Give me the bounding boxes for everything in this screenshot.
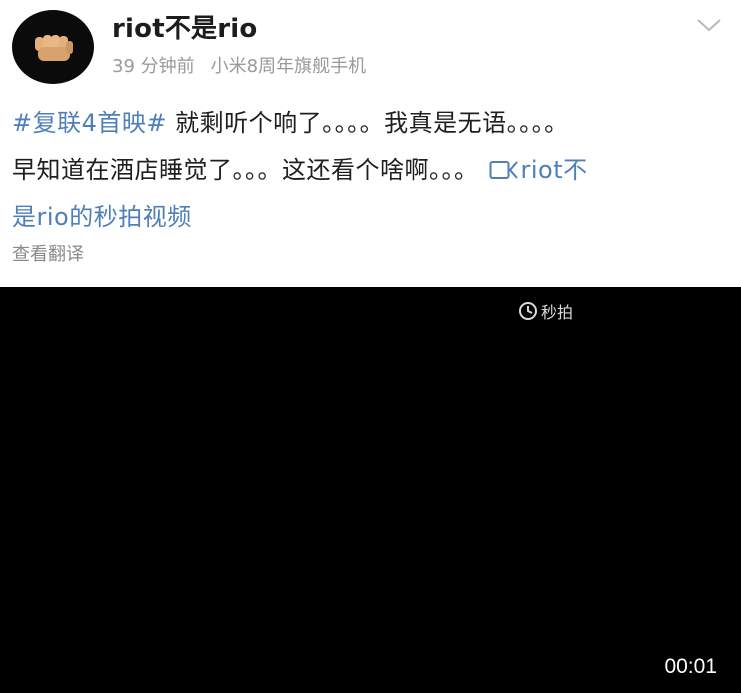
video-link-part2[interactable]: 是rio的秒拍视频 <box>12 203 192 231</box>
hashtag-link[interactable]: #复联4首映# <box>12 109 167 137</box>
post-text: #复联4首映# 就剩听个响了。。。。我真是无语。。。。 早知道在酒店睡觉了。。。… <box>12 100 736 241</box>
post-line-1-text: 就剩听个响了。。。。我真是无语。。。。 <box>175 109 569 137</box>
post-line-2: 早知道在酒店睡觉了。。。这还看个啥啊。。。 riot不 <box>12 147 736 194</box>
post-device: 小米8周年旗舰手机 <box>210 56 367 77</box>
post-line-2-text: 早知道在酒店睡觉了。。。这还看个啥啊。。。 <box>12 156 479 184</box>
post-time: 39 分钟前 <box>112 56 195 77</box>
video-watermark: 秒拍 <box>518 299 573 323</box>
avatar[interactable] <box>12 10 94 84</box>
post-meta: 39 分钟前 小米8周年旗舰手机 <box>112 52 366 78</box>
translate-button[interactable]: 查看翻译 <box>12 240 84 266</box>
post-header: riot不是rio 39 分钟前 小米8周年旗舰手机 <box>0 0 741 90</box>
chevron-down-icon[interactable] <box>695 14 723 36</box>
username[interactable]: riot不是rio <box>112 8 257 45</box>
video-timestamp: 00:01 <box>664 655 717 678</box>
video-player[interactable]: 秒拍 00:01 <box>0 287 741 693</box>
video-camera-icon[interactable] <box>489 159 519 181</box>
watermark-label: 秒拍 <box>541 303 574 322</box>
post-line-3: 是rio的秒拍视频 <box>12 194 736 241</box>
post-line-1: #复联4首映# 就剩听个响了。。。。我真是无语。。。。 <box>12 100 736 147</box>
fist-icon <box>35 35 73 61</box>
video-link-part1[interactable]: riot不 <box>521 156 588 184</box>
miaopai-logo-icon <box>519 302 537 320</box>
